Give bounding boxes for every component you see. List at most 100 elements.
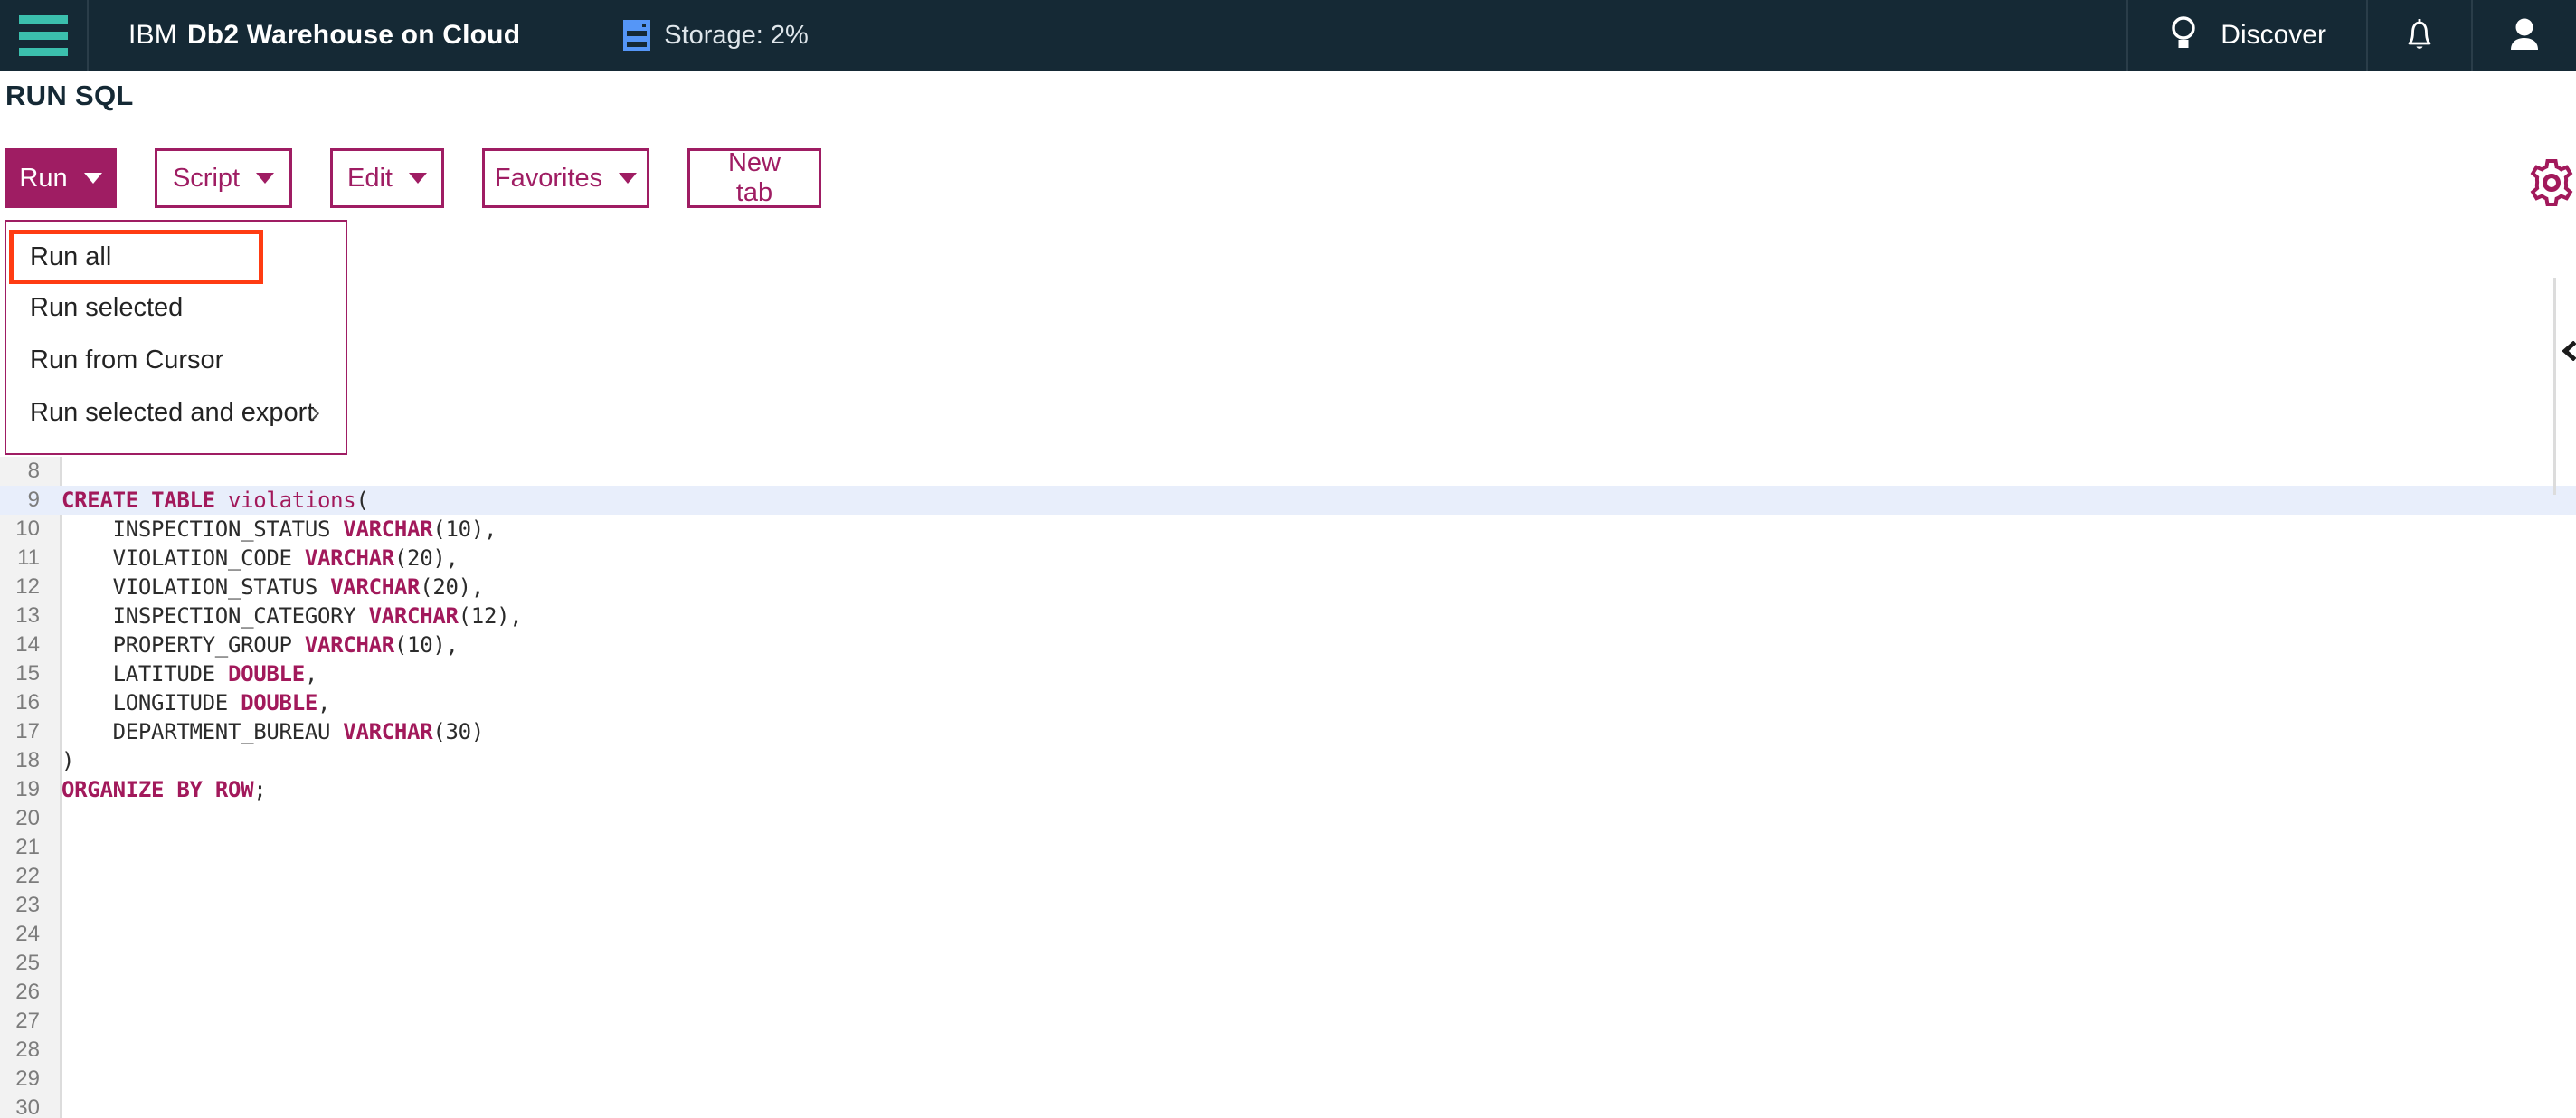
code-line[interactable]: 8: [0, 457, 2576, 486]
code-line[interactable]: 12 VIOLATION_STATUS VARCHAR(20),: [0, 573, 2576, 602]
code-line-text: INSPECTION_CATEGORY VARCHAR(12),: [62, 603, 523, 629]
chevron-left-icon[interactable]: [2556, 339, 2576, 363]
line-number: 29: [15, 1066, 40, 1091]
hamburger-bar: [19, 31, 68, 40]
code-line[interactable]: 11 VIOLATION_CODE VARCHAR(20),: [0, 544, 2576, 573]
top-navigation-bar: IBM Db2 Warehouse on Cloud Storage: 2% D…: [0, 0, 2576, 71]
brand-prefix: IBM: [128, 20, 177, 50]
chevron-down-icon: [83, 173, 102, 184]
hamburger-bar: [19, 47, 68, 56]
line-number: 20: [15, 806, 40, 830]
brand-title[interactable]: IBM Db2 Warehouse on Cloud: [89, 0, 520, 71]
code-line-text: LATITUDE DOUBLE,: [62, 661, 318, 687]
line-number: 10: [15, 516, 40, 541]
line-number: 28: [15, 1037, 40, 1062]
brand-product-name: Db2 Warehouse on Cloud: [186, 20, 521, 50]
code-line[interactable]: 24: [0, 920, 2576, 949]
code-line[interactable]: 26: [0, 978, 2576, 1007]
code-line[interactable]: 16 LONGITUDE DOUBLE,: [0, 688, 2576, 717]
code-line[interactable]: 14 PROPERTY_GROUP VARCHAR(10),: [0, 630, 2576, 659]
user-avatar-icon: [2507, 15, 2542, 56]
menu-item-run-from-cursor[interactable]: Run from Cursor: [6, 334, 346, 386]
script-button-label: Script: [172, 163, 241, 193]
code-line-text: PROPERTY_GROUP VARCHAR(10),: [62, 632, 459, 658]
code-line[interactable]: 9 CREATE TABLE violations(: [0, 486, 2576, 515]
panel-divider: [2553, 278, 2556, 495]
line-number: 11: [17, 545, 40, 570]
line-number: 23: [15, 893, 40, 917]
chevron-down-icon: [409, 173, 427, 184]
notifications-button[interactable]: [2366, 0, 2471, 71]
code-line[interactable]: 28: [0, 1036, 2576, 1065]
hamburger-bar: [19, 14, 68, 24]
menu-item-run-selected-and-export[interactable]: Run selected and export ›: [6, 386, 346, 439]
code-line-text: VIOLATION_STATUS VARCHAR(20),: [62, 574, 485, 600]
line-number: 26: [15, 980, 40, 1004]
run-button[interactable]: Run: [5, 148, 117, 208]
code-line[interactable]: 27: [0, 1007, 2576, 1036]
sql-toolbar: Run Script Edit Favorites New tab: [5, 148, 821, 208]
line-number: 12: [15, 574, 40, 599]
edit-button[interactable]: Edit: [330, 148, 444, 208]
line-number: 16: [15, 690, 40, 715]
line-number: 21: [15, 835, 40, 859]
code-line[interactable]: 21: [0, 833, 2576, 862]
code-line-text: DEPARTMENT_BUREAU VARCHAR(30): [62, 719, 485, 744]
menu-item-label: Run selected and export: [30, 397, 315, 427]
chevron-right-icon: ›: [311, 397, 320, 427]
bell-icon: [2403, 14, 2436, 57]
code-line[interactable]: 19 ORGANIZE BY ROW;: [0, 775, 2576, 804]
code-line-text: INSPECTION_STATUS VARCHAR(10),: [62, 516, 497, 542]
line-number: 14: [15, 632, 40, 657]
hamburger-menu-icon[interactable]: [0, 0, 89, 71]
line-number: 9: [27, 488, 40, 512]
database-storage-icon: [623, 20, 651, 51]
discover-label: Discover: [2221, 20, 2326, 50]
code-line[interactable]: 30: [0, 1094, 2576, 1118]
code-line[interactable]: 22: [0, 862, 2576, 891]
storage-label: Storage: 2%: [664, 20, 809, 50]
line-number: 19: [15, 777, 40, 801]
run-dropdown-menu: Run all Run selected Run from Cursor Run…: [5, 220, 347, 455]
menu-item-label: Run all: [30, 242, 112, 271]
menu-item-run-selected[interactable]: Run selected: [6, 281, 346, 334]
page-title: RUN SQL: [5, 80, 134, 111]
line-number: 15: [15, 661, 40, 686]
line-number: 17: [15, 719, 40, 744]
code-line[interactable]: 25: [0, 949, 2576, 978]
code-line[interactable]: 23: [0, 891, 2576, 920]
sql-code-editor[interactable]: 8 9 CREATE TABLE violations(10 INSPECTION_…: [0, 457, 2576, 1118]
user-profile-button[interactable]: [2471, 0, 2576, 71]
code-line-text: LONGITUDE DOUBLE,: [62, 690, 331, 715]
code-line-text: ORGANIZE BY ROW;: [62, 777, 267, 802]
menu-item-run-all[interactable]: Run all: [9, 230, 263, 284]
code-line[interactable]: 15 LATITUDE DOUBLE,: [0, 659, 2576, 688]
gear-icon[interactable]: [2527, 158, 2576, 207]
script-button[interactable]: Script: [155, 148, 292, 208]
discover-button[interactable]: Discover: [2126, 0, 2366, 71]
favorites-button[interactable]: Favorites: [482, 148, 649, 208]
new-tab-button-label: New tab: [727, 148, 781, 207]
line-number: 30: [15, 1095, 40, 1118]
menu-item-label: Run selected: [30, 292, 184, 322]
code-line-text: CREATE TABLE violations(: [62, 488, 369, 513]
line-number: 24: [15, 922, 40, 946]
edit-button-label: Edit: [347, 163, 393, 193]
line-number: 13: [15, 603, 40, 628]
chevron-down-icon: [256, 173, 275, 184]
code-line[interactable]: 10 INSPECTION_STATUS VARCHAR(10),: [0, 515, 2576, 544]
code-line[interactable]: 17 DEPARTMENT_BUREAU VARCHAR(30): [0, 717, 2576, 746]
line-number: 25: [15, 951, 40, 975]
code-line[interactable]: 29: [0, 1065, 2576, 1094]
code-line[interactable]: 18): [0, 746, 2576, 775]
menu-item-label: Run from Cursor: [30, 345, 224, 374]
line-number: 8: [27, 459, 40, 483]
new-tab-button[interactable]: New tab: [687, 148, 821, 208]
chevron-down-icon: [619, 173, 638, 184]
code-line[interactable]: 13 INSPECTION_CATEGORY VARCHAR(12),: [0, 602, 2576, 630]
storage-indicator[interactable]: Storage: 2%: [520, 0, 809, 71]
favorites-button-label: Favorites: [494, 163, 603, 193]
code-line-text: VIOLATION_CODE VARCHAR(20),: [62, 545, 459, 571]
code-line[interactable]: 20: [0, 804, 2576, 833]
